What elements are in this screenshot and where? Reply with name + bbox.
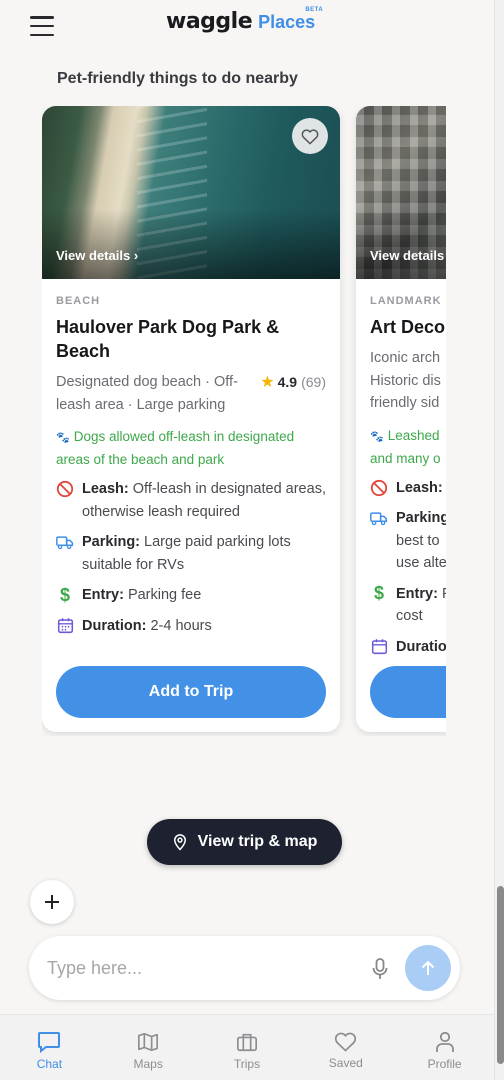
dogs-policy-note: 🐾 Leashed and many o [370,425,446,469]
parking-label: Parking: [82,534,141,550]
place-photo[interactable]: View details [356,106,446,279]
entry-info: $ Entry: Parking fee [56,584,326,607]
logo-places-text: Places [258,12,316,32]
parking-info: Parking: Large paid parking lots suitabl… [56,531,326,576]
section-title: Pet-friendly things to do nearby [57,70,298,87]
entry-info: $ Entry: F cost [370,583,446,628]
duration-info: Duration: 2-4 hours [56,615,326,638]
parking-label: Parking [396,510,446,526]
send-button[interactable] [405,945,451,991]
place-description: Iconic arch Historic dis friendly sid [370,350,441,411]
arrow-up-icon [421,960,435,975]
nav-item-profile[interactable]: Profile [395,1015,494,1080]
heart-icon [335,1032,357,1052]
rating-score: 4.9 [277,374,298,390]
paw-icon: 🐾 [56,432,70,444]
place-rating: ★ 4.9 (69) [260,371,326,393]
add-to-trip-button[interactable]: Add to Trip [56,666,326,718]
place-title: Haulover Park Dog Park & Beach [56,317,280,361]
location-pin-icon [173,834,186,851]
paw-icon: 🐾 [370,430,384,443]
nav-item-maps[interactable]: Maps [99,1015,198,1080]
nav-label-trips: Trips [233,1057,261,1071]
add-to-trip-button[interactable] [370,666,446,718]
place-description: Designated dog beach · Off-leash area · … [56,374,238,413]
leash-info: Leash: Off-leash in designated areas, ot… [56,478,326,523]
truck-icon [370,507,388,529]
view-trip-map-label: View trip & map [197,833,318,850]
chat-input-bar [29,936,460,1000]
nav-label-maps: Maps [133,1057,163,1071]
chat-icon [38,1032,61,1053]
heart-icon [301,128,319,145]
dollar-icon: $ [59,584,70,605]
star-icon: ★ [260,374,275,391]
nav-item-chat[interactable]: Chat [0,1015,99,1080]
calendar-icon [56,615,74,637]
plus-icon [45,895,59,909]
entry-label: Entry: [396,585,438,602]
nav-item-saved[interactable]: Saved [296,1015,395,1080]
place-card[interactable]: View details › BEACH Haulover Park Dog P… [42,106,340,732]
nav-label-saved: Saved [328,1056,363,1070]
truck-icon [56,531,74,553]
entry-label: Entry: [82,587,124,603]
entry-value: Parking fee [127,587,202,603]
place-category: LANDMARK [370,295,442,307]
calendar-icon [370,636,388,658]
beta-badge: BETA [305,7,324,13]
place-photo[interactable]: View details › [42,106,340,279]
suitcase-icon [236,1033,257,1052]
no-entry-icon [370,477,388,499]
parking-info: Parking best to use alte [370,507,446,575]
place-card[interactable]: View details LANDMARK Art Deco Iconic ar… [356,106,446,732]
microphone-button[interactable] [369,956,391,982]
parking-value: best to use alte [396,532,446,572]
person-icon [435,1031,454,1052]
app-header: waggle Places BETA [0,0,494,54]
dollar-icon: $ [373,583,384,604]
map-icon [138,1032,159,1052]
nav-label-chat: Chat [36,1057,63,1071]
microphone-icon [372,958,388,979]
duration-label: Duratio [396,638,446,655]
duration-label: Duration: [82,617,147,634]
dogs-policy-text: Dogs allowed off-leash in designated are… [56,429,295,467]
view-details-link[interactable]: View details › [56,248,138,263]
place-category: BEACH [56,295,101,307]
scrollbar-thumb[interactable] [497,886,504,1064]
duration-info: Duratio [370,636,446,659]
logo-waggle-text: waggle [166,9,253,34]
leash-label: Leash: [396,479,443,496]
app-logo[interactable]: waggle Places BETA [166,7,323,43]
view-trip-map-button[interactable]: View trip & map [147,819,342,865]
view-details-label: View details [56,248,131,263]
add-attachment-button[interactable] [30,880,74,924]
nav-item-trips[interactable]: Trips [198,1015,297,1080]
page-scrollbar[interactable] [494,0,504,1080]
chevron-right-icon: › [133,248,139,263]
hamburger-menu-icon[interactable] [30,16,54,36]
duration-value: 2-4 hours [150,617,212,634]
chat-input[interactable] [47,954,347,982]
place-title: Art Deco [370,317,446,337]
no-entry-icon [56,478,74,500]
bottom-navigation: Chat Maps Trips Saved Profile [0,1014,494,1080]
view-details-link[interactable]: View details [370,248,444,263]
leash-label: Leash: [82,481,129,497]
save-heart-button[interactable] [292,118,328,154]
nav-label-profile: Profile [427,1057,462,1071]
rating-count: (69) [301,374,326,390]
dogs-policy-note: 🐾 Dogs allowed off-leash in designated ar… [56,426,326,470]
view-details-label: View details [370,248,445,263]
leash-info: Leash: [370,477,446,500]
places-carousel[interactable]: View details › BEACH Haulover Park Dog P… [42,106,446,736]
